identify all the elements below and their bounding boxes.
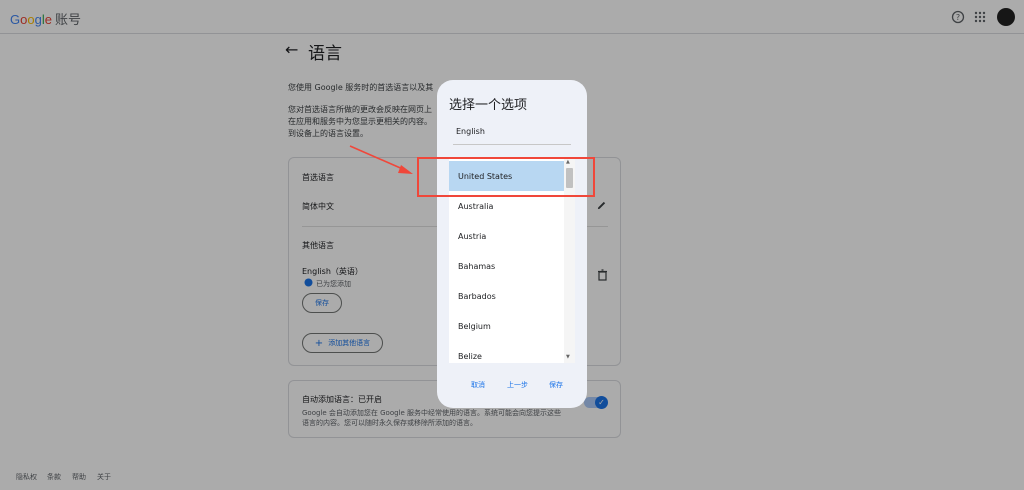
list-item-belize[interactable]: Belize — [449, 341, 564, 363]
scroll-down-arrow-icon[interactable]: ▼ — [566, 354, 570, 360]
list-item-bahamas[interactable]: Bahamas — [449, 251, 564, 281]
dialog-title: 选择一个选项 — [449, 98, 528, 113]
select-option-dialog: 选择一个选项 English United States Australia A… — [437, 80, 587, 408]
dialog-save-button[interactable]: 保存 — [549, 380, 563, 390]
dialog-selected-language: English — [456, 127, 485, 136]
list-item-barbados[interactable]: Barbados — [449, 281, 564, 311]
annotation-highlight-box — [417, 157, 595, 197]
list-item-austria[interactable]: Austria — [449, 221, 564, 251]
back-step-button[interactable]: 上一步 — [507, 380, 528, 390]
list-item-belgium[interactable]: Belgium — [449, 311, 564, 341]
cancel-button[interactable]: 取消 — [471, 380, 485, 390]
divider — [453, 144, 571, 145]
